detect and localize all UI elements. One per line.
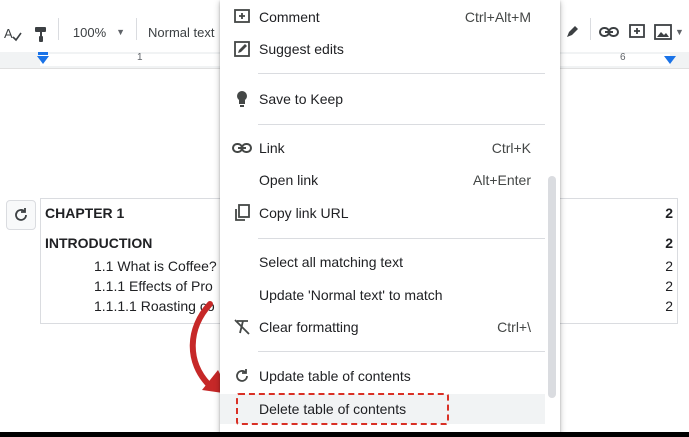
- first-line-indent-handle[interactable]: [38, 52, 48, 55]
- menu-item-update-toc[interactable]: Update table of contents: [220, 361, 545, 391]
- ruler-number: 6: [620, 52, 626, 63]
- insert-comment-icon[interactable]: [624, 18, 650, 46]
- highlight-pen-icon[interactable]: [560, 18, 584, 46]
- menu-scrollbar[interactable]: [548, 176, 556, 398]
- menu-item-update-style[interactable]: Update 'Normal text' to match: [220, 280, 545, 310]
- paint-format-icon[interactable]: [30, 20, 52, 48]
- toc-entry[interactable]: 1.1.1 Effects of Pro: [94, 278, 213, 294]
- menu-item-shortcut: Alt+Enter: [473, 172, 531, 188]
- insert-link-icon[interactable]: [596, 18, 622, 46]
- refresh-icon: [232, 367, 252, 385]
- link-icon: [232, 139, 252, 157]
- menu-item-comment[interactable]: Comment Ctrl+Alt+M: [220, 2, 545, 32]
- menu-item-save-to-keep[interactable]: Save to Keep: [220, 84, 545, 114]
- menu-item-shortcut: Ctrl+K: [491, 140, 531, 156]
- toc-page-number: 2: [665, 258, 673, 274]
- suggest-edits-icon: [232, 40, 252, 58]
- menu-item-link[interactable]: Link Ctrl+K: [220, 133, 545, 163]
- menu-divider: [258, 351, 545, 352]
- copy-icon: [232, 204, 252, 222]
- insert-image-icon[interactable]: ▼: [652, 18, 686, 46]
- toc-page-number: 2: [665, 278, 673, 294]
- spellcheck-icon[interactable]: A: [2, 20, 24, 48]
- toolbar-divider: [590, 18, 591, 40]
- chevron-down-icon: ▼: [675, 27, 684, 37]
- toc-entry[interactable]: CHAPTER 1: [45, 205, 124, 221]
- menu-item-suggest-edits[interactable]: Suggest edits: [220, 34, 545, 64]
- paragraph-style-select[interactable]: Normal text: [140, 18, 228, 46]
- menu-item-label: Open link: [259, 172, 319, 188]
- menu-item-shortcut: Ctrl+Alt+M: [464, 9, 531, 25]
- menu-item-label: Update table of contents: [259, 368, 411, 384]
- left-indent-handle[interactable]: [37, 56, 49, 64]
- menu-divider: [258, 238, 545, 239]
- paragraph-style-value: Normal text: [148, 24, 215, 40]
- toc-entry[interactable]: 1.1 What is Coffee?: [94, 258, 217, 274]
- menu-item-select-all-matching[interactable]: Select all matching text: [220, 247, 545, 277]
- menu-item-label: Save to Keep: [259, 91, 344, 107]
- toc-page-number: 2: [665, 235, 673, 251]
- menu-item-label: Select all matching text: [259, 254, 403, 270]
- zoom-select[interactable]: 100% ▼: [64, 18, 134, 46]
- screen-bottom-edge: [0, 432, 689, 437]
- menu-item-label: Update 'Normal text' to match: [259, 287, 443, 303]
- menu-divider: [258, 73, 545, 74]
- chevron-down-icon: ▼: [116, 27, 126, 37]
- menu-item-label: Comment: [259, 9, 320, 25]
- context-menu: Comment Ctrl+Alt+M Suggest edits Save to…: [220, 0, 560, 437]
- zoom-value: 100%: [72, 24, 107, 40]
- toolbar-divider: [58, 18, 59, 40]
- highlight-box: [236, 393, 449, 425]
- menu-item-label: Link: [259, 140, 285, 156]
- refresh-icon: [15, 208, 27, 221]
- menu-item-label: Suggest edits: [259, 41, 344, 57]
- menu-item-open-link[interactable]: Open link Alt+Enter: [220, 165, 545, 195]
- menu-item-copy-link-url[interactable]: Copy link URL: [220, 198, 545, 228]
- menu-item-shortcut: Ctrl+\: [497, 319, 531, 335]
- menu-divider: [258, 124, 545, 125]
- add-comment-icon: [232, 8, 252, 26]
- menu-item-label: Clear formatting: [259, 319, 359, 335]
- toolbar-divider: [136, 18, 137, 40]
- clear-formatting-icon: [232, 318, 252, 336]
- right-indent-handle[interactable]: [664, 56, 676, 64]
- toc-page-number: 2: [665, 298, 673, 314]
- lightbulb-icon: [232, 90, 252, 108]
- ruler-number: 1: [137, 52, 143, 63]
- svg-text:A: A: [4, 26, 13, 41]
- toc-page-number: 2: [665, 205, 673, 221]
- menu-item-label: Copy link URL: [259, 205, 349, 221]
- menu-item-clear-formatting[interactable]: Clear formatting Ctrl+\: [220, 312, 545, 342]
- toc-entry[interactable]: INTRODUCTION: [45, 235, 152, 251]
- update-toc-button[interactable]: [6, 200, 36, 230]
